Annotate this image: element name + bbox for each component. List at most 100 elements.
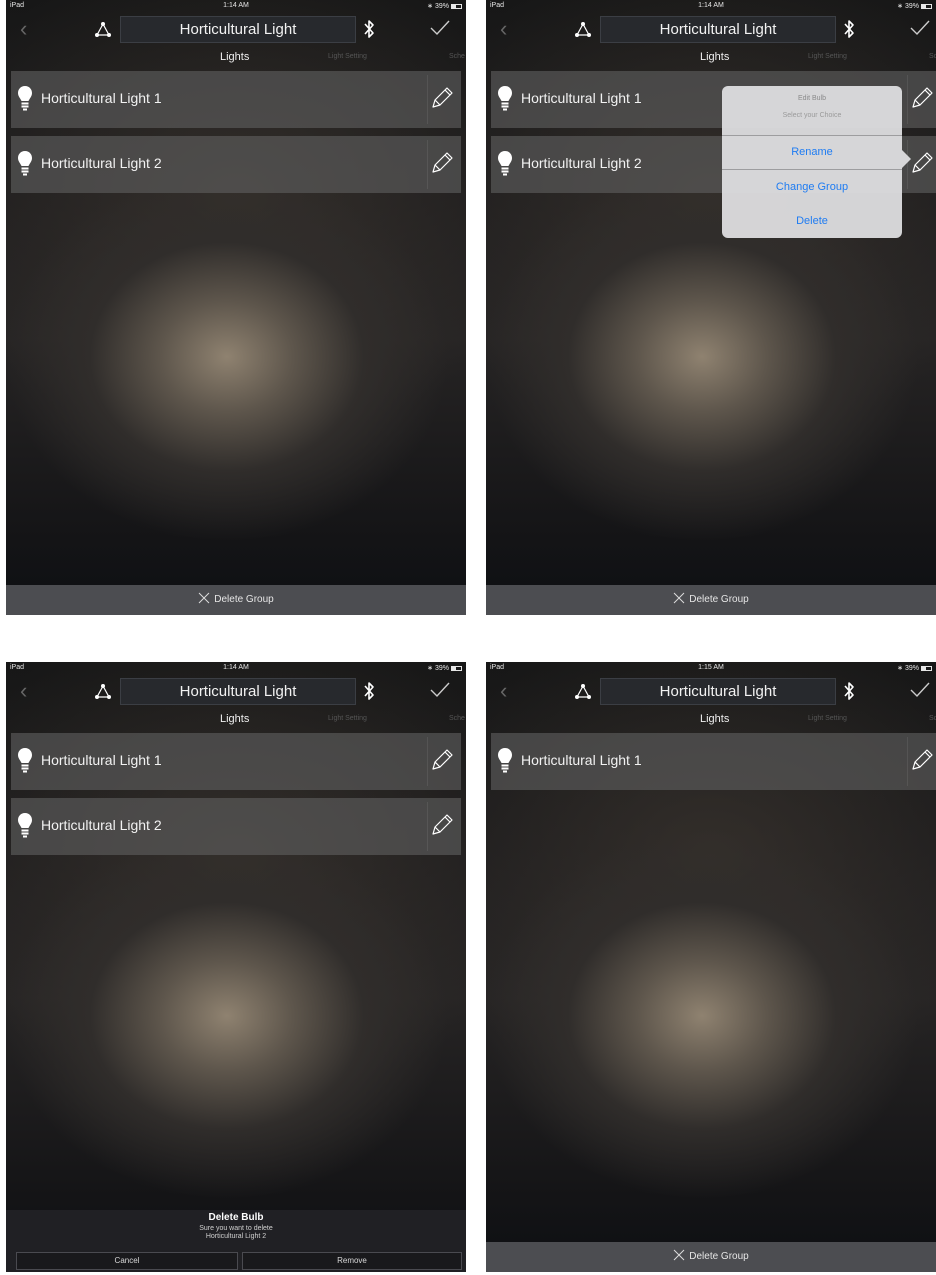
status-bar: iPad 1:14 AM ∗ 39% (6, 662, 466, 674)
chevron-left-icon[interactable]: ‹ (500, 680, 507, 702)
tab-bar: Lights Light Setting Sche (6, 711, 466, 727)
battery-icon (921, 665, 932, 671)
rename-option[interactable]: Rename (722, 146, 902, 158)
delete-group-button[interactable]: Delete Group (486, 585, 936, 615)
battery-percent: 39% (904, 664, 919, 672)
checkmark-icon[interactable] (910, 682, 930, 698)
light-row[interactable]: Horticultural Light 1 (11, 733, 461, 790)
light-row[interactable]: Horticultural Light 1 (11, 71, 461, 128)
pencil-icon[interactable] (429, 747, 455, 773)
group-nodes-icon[interactable] (574, 21, 592, 39)
battery-icon (921, 3, 932, 9)
group-title-field[interactable]: Horticultural Light (120, 678, 356, 705)
bulb-icon (498, 748, 512, 773)
checkmark-icon[interactable] (430, 20, 450, 36)
divider (722, 169, 902, 170)
nav-bar: ‹ Horticultural Light (6, 12, 466, 46)
bluetooth-icon[interactable] (842, 18, 856, 40)
group-title-field[interactable]: Horticultural Light (120, 16, 356, 43)
pencil-icon[interactable] (429, 812, 455, 838)
clock: 1:15 AM (698, 664, 724, 671)
group-title-field[interactable]: Horticultural Light (600, 16, 836, 43)
pencil-icon[interactable] (909, 85, 935, 111)
nav-bar: ‹ Horticultural Light (486, 674, 936, 708)
pencil-icon[interactable] (429, 150, 455, 176)
checkmark-icon[interactable] (430, 682, 450, 698)
status-bar: iPad 1:15 AM ∗ 39% (486, 662, 936, 674)
light-name: Horticultural Light 1 (41, 752, 162, 768)
group-nodes-icon[interactable] (574, 683, 592, 701)
light-row[interactable]: Horticultural Light 2 (11, 136, 461, 193)
pencil-icon[interactable] (909, 150, 935, 176)
screen-after-delete: iPad 1:15 AM ∗ 39% ‹ Horticultural Light… (486, 662, 936, 1272)
sheet-message-line: Sure you want to delete (199, 1225, 273, 1232)
light-name: Horticultural Light 1 (521, 90, 642, 106)
popover-arrow (902, 150, 911, 168)
edit-bulb-popover: Edit Bulb Select your Choice Rename Chan… (722, 86, 911, 238)
bluetooth-icon[interactable] (362, 18, 376, 40)
sheet-message-line: Horticultural Light 2 (205, 1233, 267, 1240)
light-row[interactable]: Horticultural Light 1 (491, 733, 936, 790)
tab-bar: Lights Light Setting Sche (6, 49, 466, 65)
tab-schedule[interactable]: Sche (449, 53, 465, 60)
light-name: Horticultural Light 1 (521, 752, 642, 768)
nav-bar: ‹ Horticultural Light (6, 674, 466, 708)
change-group-option[interactable]: Change Group (722, 181, 902, 193)
battery-status: ∗ 39% (897, 664, 932, 672)
screen-edit-bulb-popover: iPad 1:14 AM ∗ 39% ‹ Horticultural Light… (486, 0, 936, 615)
screen-group-lights: iPad 1:14 AM ∗ 39% ‹ Horticultural Light… (6, 0, 466, 615)
tab-light-setting[interactable]: Light Setting (808, 53, 847, 60)
bluetooth-icon[interactable] (362, 680, 376, 702)
clock: 1:14 AM (223, 664, 249, 671)
tab-light-setting[interactable]: Light Setting (808, 715, 847, 722)
tab-bar: Lights Light Setting Sc (486, 49, 936, 65)
tab-light-setting[interactable]: Light Setting (328, 715, 367, 722)
tab-light-setting[interactable]: Light Setting (328, 53, 367, 60)
tab-lights[interactable]: Lights (700, 713, 729, 725)
bluetooth-icon[interactable] (842, 680, 856, 702)
bulb-icon (18, 813, 32, 838)
remove-button[interactable]: Remove (242, 1252, 462, 1270)
battery-percent: 39% (904, 2, 919, 10)
status-bar: iPad 1:14 AM ∗ 39% (486, 0, 936, 12)
delete-option[interactable]: Delete (722, 215, 902, 227)
delete-group-label: Delete Group (689, 1251, 749, 1262)
row-divider (427, 140, 428, 189)
tab-lights[interactable]: Lights (220, 713, 249, 725)
delete-group-label: Delete Group (214, 594, 274, 605)
chevron-left-icon[interactable]: ‹ (20, 680, 27, 702)
tab-lights[interactable]: Lights (220, 51, 249, 63)
bluetooth-status-icon: ∗ (427, 3, 433, 10)
bulb-icon (498, 86, 512, 111)
popover-subtitle: Select your Choice (782, 112, 842, 119)
row-divider (427, 737, 428, 786)
checkmark-icon[interactable] (910, 20, 930, 36)
pencil-icon[interactable] (909, 747, 935, 773)
group-title-field[interactable]: Horticultural Light (600, 678, 836, 705)
bulb-icon (18, 151, 32, 176)
close-icon (673, 1250, 685, 1261)
tab-schedule[interactable]: Sc (929, 53, 936, 60)
clock: 1:14 AM (698, 2, 724, 9)
delete-group-label: Delete Group (689, 594, 749, 605)
tab-schedule[interactable]: Sche (449, 715, 465, 722)
group-nodes-icon[interactable] (94, 683, 112, 701)
delete-group-button[interactable]: Delete Group (486, 1242, 936, 1272)
light-name: Horticultural Light 2 (521, 155, 642, 171)
row-divider (907, 737, 908, 786)
bluetooth-status-icon: ∗ (897, 665, 903, 672)
group-nodes-icon[interactable] (94, 21, 112, 39)
battery-icon (451, 3, 462, 9)
chevron-left-icon[interactable]: ‹ (20, 18, 27, 40)
delete-group-button[interactable]: Delete Group (6, 585, 466, 615)
cancel-button[interactable]: Cancel (16, 1252, 238, 1270)
tab-schedule[interactable]: Sc (929, 715, 936, 722)
bulb-icon (18, 86, 32, 111)
bulb-icon (18, 748, 32, 773)
tab-lights[interactable]: Lights (700, 51, 729, 63)
battery-status: ∗ 39% (427, 664, 462, 672)
pencil-icon[interactable] (429, 85, 455, 111)
chevron-left-icon[interactable]: ‹ (500, 18, 507, 40)
light-row[interactable]: Horticultural Light 2 (11, 798, 461, 855)
battery-status: ∗ 39% (427, 2, 462, 10)
